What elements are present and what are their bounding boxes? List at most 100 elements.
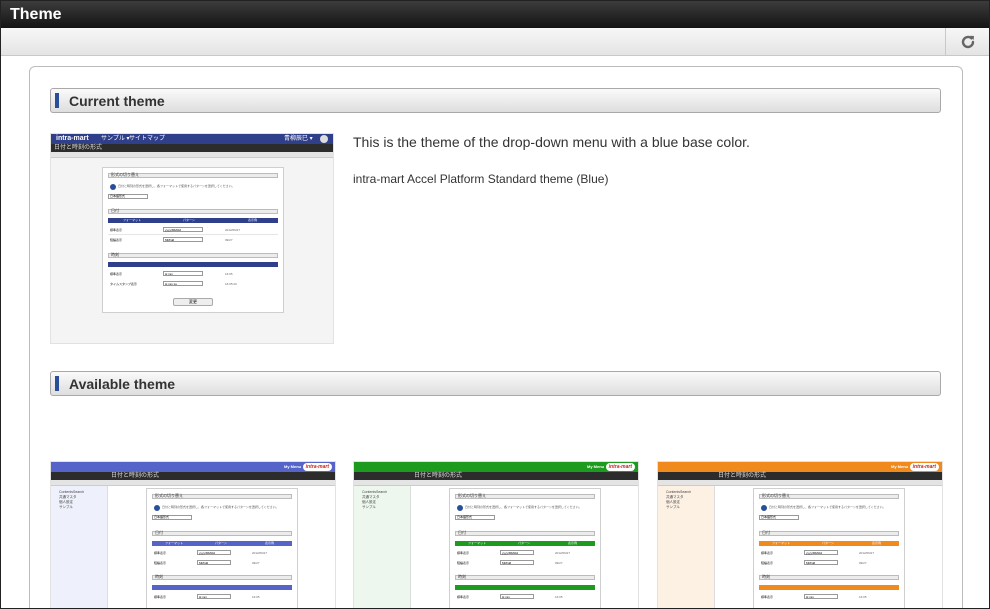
thumb-d-row1-label: 標準表示 (154, 551, 167, 555)
thumb-section-bar-2 (108, 209, 278, 214)
available-theme-thumbnail[interactable]: My Menu intra-mart 日付と時刻の形式 ContentsSearch 共… (353, 461, 639, 608)
thumb-t-row1-label: 標準表示 (457, 595, 470, 599)
thumb-t-row1-pattern: H:mm (502, 595, 510, 599)
thumb-d-row2-pattern: MM/dd (165, 238, 175, 242)
thumb-logo: intra-mart (909, 463, 939, 471)
thumb-inner-window: 形式の切り替え 日付と時刻の形式を選択し、各フォーマットで使用するパターンを選択… (102, 167, 284, 313)
refresh-icon (961, 35, 974, 48)
thumb-d-row2-example: 09/27 (555, 561, 563, 565)
available-theme-heading: Available theme (50, 371, 941, 396)
thumb-col-example: 表示例 (872, 541, 882, 545)
thumb-d-row1-pattern: yyyy/MM/dd (806, 551, 823, 555)
thumb-page-title: 日付と時刻の形式 (51, 144, 333, 152)
thumb-t-row1-label: 標準表示 (154, 595, 167, 599)
thumb-section-bar-2 (455, 531, 595, 536)
thumb-time-table-header (152, 585, 292, 590)
thumb-time-table-header (759, 585, 899, 590)
thumb-info-text: 日付と時刻の形式を選択し、各フォーマットで使用するパターンを選択してください。 (465, 505, 582, 509)
thumb-d-row1-example: 2012/09/27 (859, 551, 875, 555)
section-accent-bar (55, 93, 59, 108)
thumb-sec3-text: 時刻 (111, 252, 119, 257)
thumb-col-format: フォーマット (772, 541, 791, 545)
thumb-sec3-text: 時刻 (762, 574, 770, 579)
thumb-page-title: 日付と時刻の形式 (51, 472, 335, 480)
thumb-info-icon (761, 505, 767, 511)
thumb-sec3-text: 時刻 (458, 574, 466, 579)
thumb-my-menu: My Menu (587, 464, 605, 469)
thumb-d-row2-example: 09/27 (859, 561, 867, 565)
thumb-sec3-text: 時刻 (155, 574, 163, 579)
available-theme-thumbnail[interactable]: My Menu intra-mart 日付と時刻の形式 ContentsSearch 共… (657, 461, 943, 608)
thumb-help-icon (320, 135, 328, 143)
thumb-section-bar-3 (152, 575, 292, 580)
current-theme-thumbnail: intra-mart サンプル ▾ サイトマップ 青柳辰巳 ▾ 日付と時刻の形式… (50, 133, 334, 344)
thumb-d-row2-label: 短縮表示 (110, 238, 123, 242)
thumb-d-row1-example: 2012/09/27 (225, 228, 241, 232)
thumb-info-text: 日付と時刻の形式を選択し、各フォーマットで使用するパターンを選択してください。 (769, 505, 886, 509)
available-theme-thumbnail[interactable]: My Menu intra-mart 日付と時刻の形式 ContentsSearch 共… (50, 461, 336, 608)
thumb-toolbar (51, 152, 333, 158)
theme-window: Theme Current theme intra-mart サンプル ▾ サイ… (0, 0, 990, 609)
thumb-sec2-text: 日付 (111, 208, 119, 213)
thumb-time-table-header (455, 585, 595, 590)
window-title: Theme (1, 1, 989, 28)
thumb-header: My Menu intra-mart (51, 462, 335, 472)
thumb-t-row2-example: 16:05:20 (225, 282, 237, 286)
thumb-t-row1-example: 16:05 (859, 595, 867, 599)
thumb-section-bar-2 (759, 531, 899, 536)
thumb-info-icon (154, 505, 160, 511)
thumb-info-text: 日付と時刻の形式を選択し、各フォーマットで使用するパターンを選択してください。 (118, 184, 235, 188)
thumb-select-value: 日本語形式 (154, 515, 170, 519)
thumb-header: intra-mart サンプル ▾ サイトマップ 青柳辰巳 ▾ (51, 134, 333, 144)
thumb-d-row1-label: 標準表示 (761, 551, 774, 555)
available-theme-heading-text: Available theme (69, 376, 176, 392)
thumb-d-row1-pattern: yyyy/MM/dd (199, 551, 216, 555)
thumb-logo: intra-mart (605, 463, 635, 471)
thumb-sidebar-item: ContentsSearch (59, 490, 85, 494)
thumb-my-menu: My Menu (891, 464, 909, 469)
thumb-time-table-header (108, 262, 278, 267)
thumb-d-row1-pattern: yyyy/MM/dd (165, 228, 182, 232)
content-area[interactable]: Current theme intra-mart サンプル ▾ サイトマップ 青… (1, 56, 989, 608)
thumb-sidebar: ContentsSearch 共通マスタ 個人設定 サンプル (658, 486, 715, 608)
thumb-sec1-text: 形式の切り替え (458, 493, 486, 498)
thumb-d-row2-label: 短縮表示 (457, 561, 470, 565)
thumb-t-row1-pattern: H:mm (199, 595, 207, 599)
thumb-col-pattern: パターン (183, 218, 195, 222)
thumb-section-bar-3 (108, 253, 278, 258)
thumb-d-row1-example: 2012/09/27 (555, 551, 571, 555)
thumb-d-row2-pattern: MM/dd (502, 561, 512, 565)
toolbar (1, 28, 989, 56)
thumb-logo: intra-mart (302, 463, 332, 471)
thumb-logo: intra-mart (56, 135, 89, 142)
thumb-d-row2-example: 09/27 (252, 561, 260, 565)
thumb-sec1-text: 形式の切り替え (762, 493, 790, 498)
thumb-t-row1-pattern: H:mm (806, 595, 814, 599)
thumb-menu-sample: サンプル ▾ (101, 136, 130, 142)
thumb-t-row1-label: 標準表示 (110, 272, 123, 276)
thumb-sidebar-item: サンプル (666, 505, 680, 509)
refresh-button[interactable] (945, 28, 989, 55)
thumb-col-format: フォーマット (123, 218, 142, 222)
thumb-d-row1-label: 標準表示 (110, 228, 123, 232)
thumb-inner-window: 形式の切り替え日付と時刻の形式を選択し、各フォーマットで使用するパターンを選択し… (753, 488, 905, 608)
thumb-col-example: 表示例 (568, 541, 578, 545)
current-theme-heading-text: Current theme (69, 93, 165, 109)
thumb-col-pattern: パターン (518, 541, 530, 545)
thumb-select-value: 日本語形式 (110, 194, 126, 198)
thumb-t-row1-example: 16:05 (225, 272, 233, 276)
thumb-col-format: フォーマット (165, 541, 184, 545)
thumb-sidebar: ContentsSearch 共通マスタ 個人設定 サンプル (51, 486, 108, 608)
thumb-sidebar-item: ContentsSearch (362, 490, 388, 494)
thumb-header: My Menu intra-mart (658, 462, 942, 472)
thumb-t-row1-label: 標準表示 (761, 595, 774, 599)
thumb-select-value: 日本語形式 (761, 515, 777, 519)
thumb-section-bar-3 (455, 575, 595, 580)
current-theme-name: intra-mart Accel Platform Standard theme… (353, 172, 609, 186)
thumb-sec2-text: 日付 (155, 530, 163, 535)
thumb-col-format: フォーマット (468, 541, 487, 545)
section-accent-bar (55, 376, 59, 391)
thumb-my-menu: My Menu (284, 464, 302, 469)
thumb-t-row1-example: 16:05 (555, 595, 563, 599)
thumb-divider (108, 234, 278, 235)
